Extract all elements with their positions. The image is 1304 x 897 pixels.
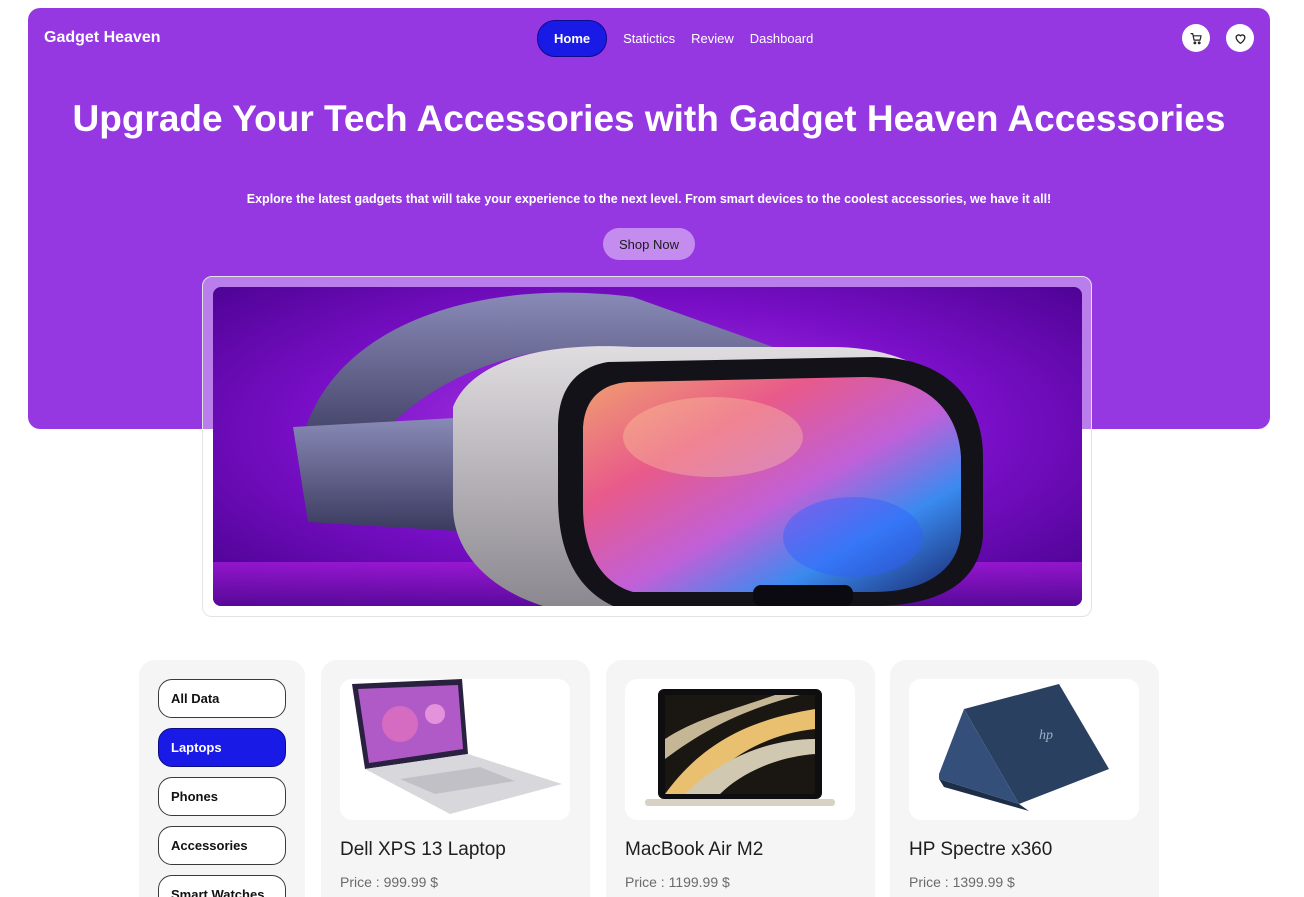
product-title: HP Spectre x360 — [909, 839, 1053, 860]
svg-text:hp: hp — [1039, 728, 1053, 743]
product-card-dell[interactable]: Dell XPS 13 Laptop Price : 999.99 $ — [321, 660, 590, 897]
product-title: MacBook Air M2 — [625, 839, 764, 860]
product-price: Price : 999.99 $ — [340, 874, 439, 890]
product-image-laptop — [340, 679, 570, 820]
category-accessories[interactable]: Accessories — [158, 826, 286, 865]
category-laptops[interactable]: Laptops — [158, 728, 286, 767]
vr-headset-image — [213, 287, 1082, 606]
product-card-macbook[interactable]: MacBook Air M2 Price : 1199.99 $ — [606, 660, 875, 897]
brand-logo[interactable]: Gadget Heaven — [44, 29, 160, 47]
category-phones[interactable]: Phones — [158, 777, 286, 816]
cart-icon — [1189, 32, 1202, 44]
category-smart-watches[interactable]: Smart Watches — [158, 875, 286, 897]
heart-icon — [1235, 33, 1245, 44]
product-price: Price : 1199.99 $ — [625, 874, 730, 890]
nav-review[interactable]: Review — [691, 31, 734, 46]
navbar: Gadget Heaven Home Statictics Review Das… — [28, 8, 1270, 68]
nav-home[interactable]: Home — [537, 20, 608, 57]
product-image-laptop — [625, 679, 855, 820]
product-price: Price : 1399.99 $ — [909, 874, 1015, 890]
nav-statistics[interactable]: Statictics — [623, 31, 675, 46]
hero-headline: Upgrade Your Tech Accessories with Gadge… — [72, 98, 1226, 139]
category-all-data[interactable]: All Data — [158, 679, 286, 718]
page: Gadget Heaven Home Statictics Review Das… — [0, 0, 1304, 897]
product-image-laptop: hp — [909, 679, 1139, 820]
cart-button[interactable] — [1182, 24, 1210, 52]
nav-dashboard[interactable]: Dashboard — [750, 31, 814, 46]
shop-now-button[interactable]: Shop Now — [603, 228, 695, 260]
category-sidebar: All Data Laptops Phones Accessories Smar… — [139, 660, 305, 897]
product-title: Dell XPS 13 Laptop — [340, 839, 506, 860]
product-card-hp[interactable]: hp HP Spectre x360 Price : 1399.99 $ — [890, 660, 1159, 897]
wishlist-button[interactable] — [1226, 24, 1254, 52]
nav-links: Home Statictics Review Dashboard — [537, 20, 829, 57]
hero-subtext: Explore the latest gadgets that will tak… — [246, 192, 1052, 206]
hero-image-frame — [202, 276, 1092, 617]
